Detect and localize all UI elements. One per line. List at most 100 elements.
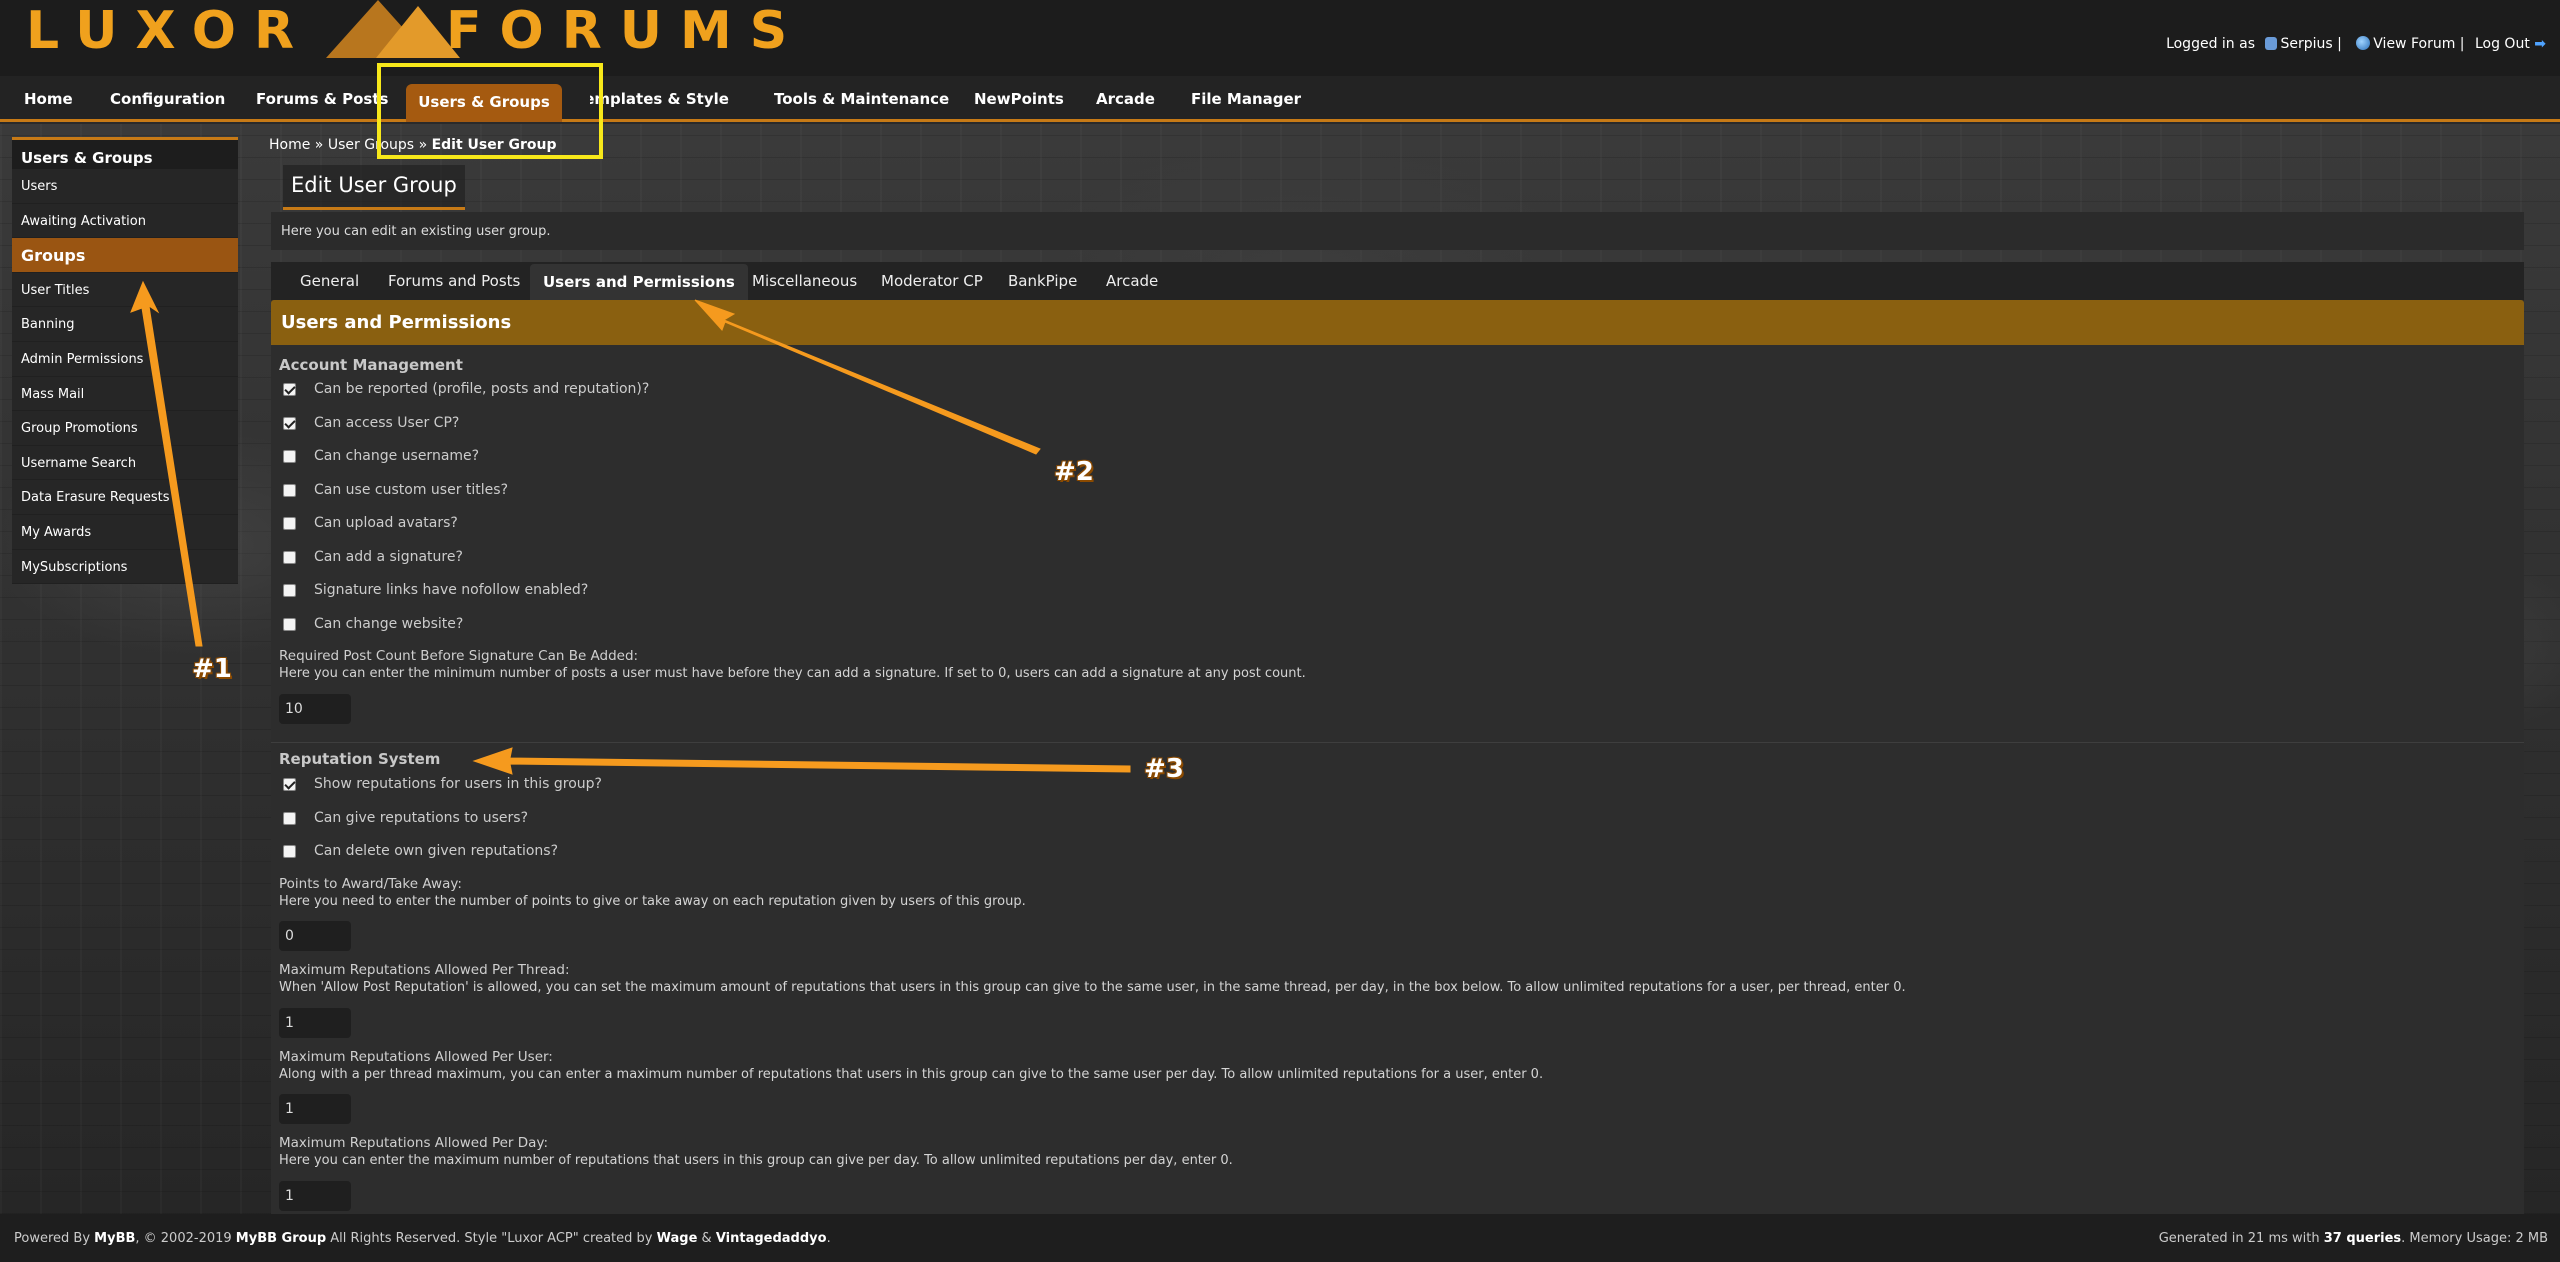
footer-dot: . (826, 1231, 831, 1246)
annotation-label-2: #2 (1054, 457, 1094, 487)
checkbox-show-reputations[interactable] (283, 778, 296, 791)
globe-icon (2356, 36, 2371, 50)
points-award-input[interactable]: 0 (279, 921, 351, 951)
footer-powered-by: Powered By (14, 1231, 91, 1246)
sidebar-item-users[interactable]: Users (12, 169, 238, 204)
points-award-desc: Here you need to enter the number of poi… (279, 894, 1026, 909)
max-rep-thread-label: Maximum Reputations Allowed Per Thread: (279, 962, 570, 978)
nav-newpoints[interactable]: NewPoints (974, 90, 1064, 108)
footer-credits: Powered By MyBB, © 2002-2019 MyBB Group … (14, 1231, 831, 1246)
option-label: Can add a signature? (314, 549, 463, 565)
option-label: Can change website? (314, 616, 464, 632)
sidebar-title: Users & Groups (12, 137, 238, 169)
annotation-label-1: #1 (192, 654, 232, 684)
checkbox-signature-nofollow[interactable] (283, 584, 296, 597)
signature-post-count-desc: Here you can enter the minimum number of… (279, 666, 1306, 681)
footer: Powered By MyBB, © 2002-2019 MyBB Group … (0, 1214, 2560, 1262)
option-label: Signature links have nofollow enabled? (314, 582, 589, 598)
sidebar-item-username-search[interactable]: Username Search (12, 445, 238, 481)
footer-amp: & (701, 1231, 712, 1246)
tab-bankpipe[interactable]: BankPipe (1008, 272, 1077, 290)
username-link[interactable]: Serpius | (2280, 36, 2341, 52)
max-rep-user-desc: Along with a per thread maximum, you can… (279, 1067, 1544, 1082)
annotation-label-3: #3 (1144, 754, 1184, 784)
page-description: Here you can edit an existing user group… (271, 212, 2524, 250)
permissions-panel: Users and Permissions Account Management… (271, 300, 2524, 1215)
option-label: Show reputations for users in this group… (314, 776, 602, 792)
tab-miscellaneous[interactable]: Miscellaneous (752, 272, 857, 290)
checkbox-can-access-usercp[interactable] (283, 417, 296, 430)
footer-mybb-link[interactable]: MyBB (94, 1231, 135, 1246)
logged-in-label: Logged in as (2166, 36, 2255, 52)
sidebar-item-awaiting-activation[interactable]: Awaiting Activation (12, 203, 238, 239)
option-label: Can delete own given reputations? (314, 843, 559, 859)
logo-text-left: LUXOR (26, 1, 312, 61)
option-label: Can use custom user titles? (314, 482, 508, 498)
points-award-label: Points to Award/Take Away: (279, 876, 462, 892)
nav-tools-maintenance[interactable]: Tools & Maintenance (774, 90, 949, 108)
sidebar: Users & Groups Users Awaiting Activation… (12, 137, 238, 585)
option-label: Can give reputations to users? (314, 810, 529, 826)
tab-forums-and-posts[interactable]: Forums and Posts (388, 272, 520, 290)
tab-bar: General Forums and Posts Users and Permi… (271, 262, 2524, 300)
nav-home[interactable]: Home (24, 90, 73, 108)
checkbox-can-add-signature[interactable] (283, 551, 296, 564)
footer-rights: All Rights Reserved. Style "Luxor ACP" c… (330, 1231, 653, 1246)
footer-stats: Generated in 21 ms with 37 queries. Memo… (2159, 1231, 2548, 1246)
reputation-system-title: Reputation System (279, 750, 441, 768)
sidebar-item-groups[interactable]: Groups (12, 238, 238, 273)
signature-post-count-label: Required Post Count Before Signature Can… (279, 648, 639, 664)
footer-memory: . Memory Usage: 2 MB (2401, 1231, 2548, 1246)
max-rep-user-input[interactable]: 1 (279, 1094, 351, 1124)
signature-post-count-input[interactable]: 10 (279, 694, 351, 724)
footer-queries: 37 queries (2323, 1231, 2402, 1246)
footer-mybb-group-link[interactable]: MyBB Group (236, 1231, 326, 1246)
nav-file-manager[interactable]: File Manager (1191, 90, 1301, 108)
sidebar-item-banning[interactable]: Banning (12, 307, 238, 342)
page-title: Edit User Group (283, 165, 465, 210)
sidebar-item-my-awards[interactable]: My Awards (12, 514, 238, 550)
max-rep-day-desc: Here you can enter the maximum number of… (279, 1153, 1233, 1168)
checkbox-can-change-website[interactable] (283, 618, 296, 631)
max-rep-day-label: Maximum Reputations Allowed Per Day: (279, 1135, 548, 1151)
checkbox-can-upload-avatars[interactable] (283, 517, 296, 530)
sidebar-item-admin-permissions[interactable]: Admin Permissions (12, 341, 238, 377)
max-rep-user-label: Maximum Reputations Allowed Per User: (279, 1049, 553, 1065)
panel-title: Users and Permissions (271, 300, 2524, 345)
tab-general[interactable]: General (300, 272, 359, 290)
tab-moderator-cp[interactable]: Moderator CP (881, 272, 983, 290)
logout-link[interactable]: Log Out (2475, 36, 2530, 52)
checkbox-can-give-reputations[interactable] (283, 812, 296, 825)
option-label: Can change username? (314, 448, 480, 464)
max-rep-thread-input[interactable]: 1 (279, 1008, 351, 1038)
sidebar-item-group-promotions[interactable]: Group Promotions (12, 411, 238, 446)
nav-forums-posts[interactable]: Forums & Posts (256, 90, 388, 108)
sidebar-item-data-erasure-requests[interactable]: Data Erasure Requests (12, 480, 238, 515)
option-label: Can access User CP? (314, 415, 460, 431)
tab-arcade[interactable]: Arcade (1106, 272, 1158, 290)
logout-arrow-icon: ➡ (2534, 36, 2546, 52)
footer-vintagedaddyo-link[interactable]: Vintagedaddyo (716, 1231, 827, 1246)
footer-wage-link[interactable]: Wage (657, 1231, 698, 1246)
account-management-title: Account Management (279, 356, 463, 374)
sidebar-item-mysubscriptions[interactable]: MySubscriptions (12, 549, 238, 585)
max-rep-thread-desc: When 'Allow Post Reputation' is allowed,… (279, 980, 1906, 995)
max-rep-day-input[interactable]: 1 (279, 1181, 351, 1211)
breadcrumb-home[interactable]: Home (269, 137, 310, 153)
user-info: Logged in as Serpius | View Forum | Log … (2166, 36, 2546, 52)
sidebar-item-mass-mail[interactable]: Mass Mail (12, 376, 238, 412)
highlight-box (377, 63, 603, 159)
footer-copyright: , © 2002-2019 (135, 1231, 232, 1246)
checkbox-can-delete-reputations[interactable] (283, 845, 296, 858)
footer-generated: Generated in 21 ms with (2158, 1231, 2320, 1246)
nav-configuration[interactable]: Configuration (110, 90, 225, 108)
view-forum-link[interactable]: View Forum | (2373, 36, 2464, 52)
tab-users-and-permissions[interactable]: Users and Permissions (530, 264, 748, 300)
checkbox-can-be-reported[interactable] (283, 383, 296, 396)
sidebar-item-user-titles[interactable]: User Titles (12, 272, 238, 308)
option-label: Can be reported (profile, posts and repu… (314, 381, 650, 397)
section-divider (271, 742, 2524, 743)
checkbox-can-change-username[interactable] (283, 450, 296, 463)
nav-arcade[interactable]: Arcade (1096, 90, 1155, 108)
checkbox-can-use-custom-titles[interactable] (283, 484, 296, 497)
